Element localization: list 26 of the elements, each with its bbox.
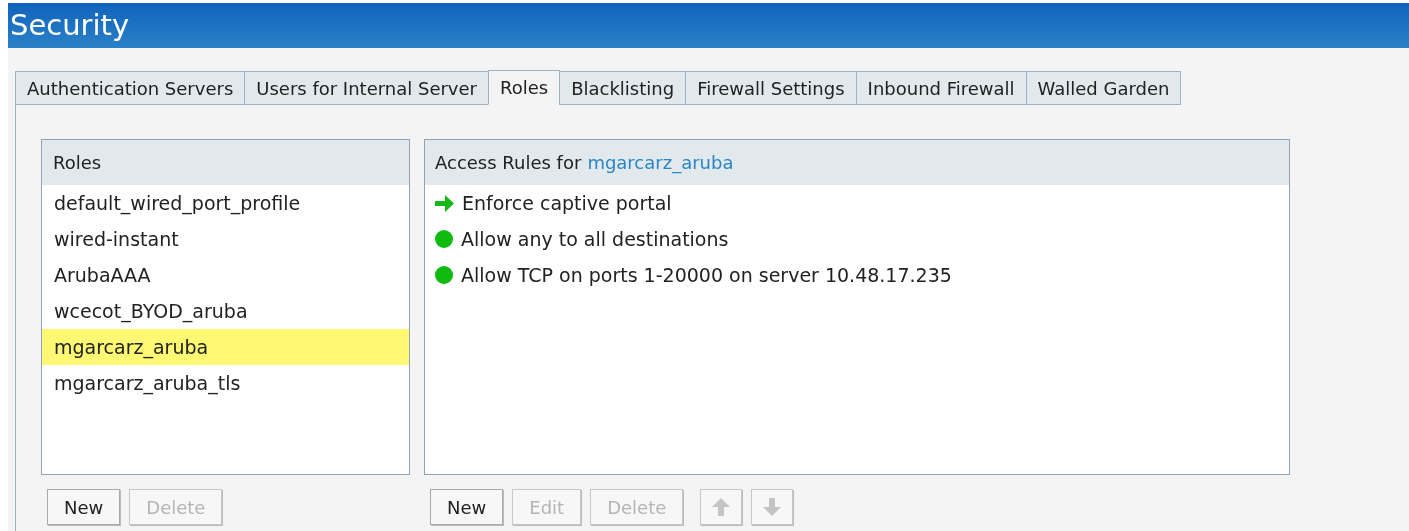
tab[interactable]: Roles xyxy=(488,70,561,105)
tab[interactable]: Users for Internal Server xyxy=(244,71,489,105)
tab[interactable]: Authentication Servers xyxy=(15,71,246,105)
role-list-item[interactable]: mgarcarz_aruba_tls xyxy=(42,365,409,401)
panel-title: Access Rules for xyxy=(435,151,582,175)
role-list-item[interactable]: mgarcarz_aruba xyxy=(42,329,409,365)
role-list-item[interactable]: default_wired_port_profile xyxy=(42,185,409,221)
status-dot-icon xyxy=(435,230,453,248)
status-dot-icon xyxy=(435,266,453,284)
access-rule-item[interactable]: Allow any to all destinations xyxy=(461,224,729,254)
action-button[interactable]: New xyxy=(47,489,121,525)
right-arrow-icon xyxy=(435,194,454,212)
panel-title: Roles xyxy=(53,151,102,175)
tab[interactable]: Inbound Firewall xyxy=(855,71,1027,105)
access-rule-item[interactable]: Enforce captive portal xyxy=(462,188,672,218)
tab[interactable]: Blacklisting xyxy=(559,71,687,105)
role-list-item[interactable]: wired-instant xyxy=(42,221,409,257)
role-list-item[interactable]: wcecot_BYOD_aruba xyxy=(42,293,409,329)
access-rule-item[interactable]: Allow TCP on ports 1-20000 on server 10.48.17.235 xyxy=(461,260,952,290)
tab[interactable]: Firewall Settings xyxy=(685,71,857,105)
tab[interactable]: Walled Garden xyxy=(1025,71,1182,105)
role-list-item[interactable]: ArubaAAA xyxy=(42,257,409,293)
down-arrow-icon xyxy=(762,497,783,517)
up-arrow-icon xyxy=(711,497,732,517)
action-button[interactable]: New xyxy=(430,489,504,525)
window-title: Security xyxy=(10,6,130,44)
